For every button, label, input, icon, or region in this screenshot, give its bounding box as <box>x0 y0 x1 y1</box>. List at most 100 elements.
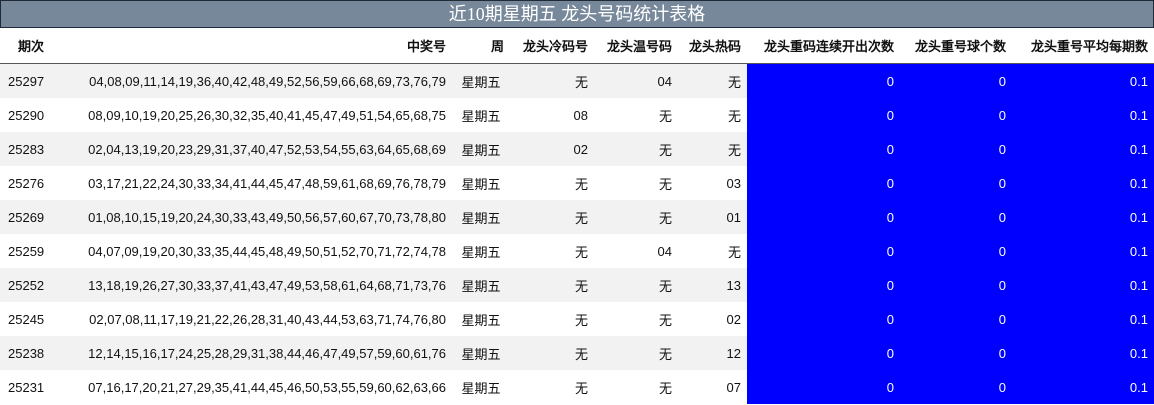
cell-period: 25238 <box>0 336 53 370</box>
cell-repeat-avg: 0.1 <box>1012 234 1154 268</box>
cell-hot: 无 <box>678 234 747 268</box>
cell-repeat-balls: 0 <box>900 166 1012 200</box>
cell-period: 25297 <box>0 63 53 98</box>
cell-numbers: 07,16,17,20,21,27,29,35,41,44,45,46,50,5… <box>53 370 452 404</box>
header-hot: 龙头热码 <box>678 28 747 64</box>
cell-period: 25269 <box>0 200 53 234</box>
cell-warm: 无 <box>594 302 678 336</box>
table-container: 近10期星期五 龙头号码统计表格 期次 中奖号 周 龙头冷码号 龙头温号码 龙头… <box>0 0 1154 405</box>
table-row: 25283 02,04,13,19,20,23,29,31,37,40,47,52… <box>0 132 1154 166</box>
cell-week: 星期五 <box>452 336 510 370</box>
cell-numbers: 13,18,19,26,27,30,33,37,41,43,47,49,53,5… <box>53 268 452 302</box>
cell-repeat-avg: 0.1 <box>1012 132 1154 166</box>
header-week: 周 <box>452 28 510 64</box>
cell-numbers: 02,04,13,19,20,23,29,31,37,40,47,52,53,5… <box>53 132 452 166</box>
cell-repeat-avg: 0.1 <box>1012 336 1154 370</box>
cell-hot: 13 <box>678 268 747 302</box>
cell-hot: 12 <box>678 336 747 370</box>
cell-cold: 无 <box>510 336 594 370</box>
cell-week: 星期五 <box>452 132 510 166</box>
cell-week: 星期五 <box>452 200 510 234</box>
cell-period: 25283 <box>0 132 53 166</box>
stats-table: 期次 中奖号 周 龙头冷码号 龙头温号码 龙头热码 龙头重码连续开出次数 龙头重… <box>0 28 1154 404</box>
header-repeat-balls: 龙头重号球个数 <box>900 28 1012 64</box>
cell-repeat-count: 0 <box>747 302 900 336</box>
cell-repeat-count: 0 <box>747 200 900 234</box>
header-numbers: 中奖号 <box>53 28 452 64</box>
cell-repeat-count: 0 <box>747 98 900 132</box>
cell-repeat-balls: 0 <box>900 98 1012 132</box>
cell-hot: 03 <box>678 166 747 200</box>
cell-period: 25276 <box>0 166 53 200</box>
cell-repeat-avg: 0.1 <box>1012 268 1154 302</box>
cell-week: 星期五 <box>452 166 510 200</box>
cell-repeat-avg: 0.1 <box>1012 63 1154 98</box>
cell-repeat-balls: 0 <box>900 63 1012 98</box>
header-repeat-count: 龙头重码连续开出次数 <box>747 28 900 64</box>
cell-repeat-count: 0 <box>747 63 900 98</box>
cell-week: 星期五 <box>452 234 510 268</box>
cell-cold: 无 <box>510 200 594 234</box>
cell-numbers: 04,07,09,19,20,30,33,35,44,45,48,49,50,5… <box>53 234 452 268</box>
table-row: 25259 04,07,09,19,20,30,33,35,44,45,48,49… <box>0 234 1154 268</box>
cell-cold: 无 <box>510 63 594 98</box>
cell-period: 25231 <box>0 370 53 404</box>
cell-warm: 无 <box>594 336 678 370</box>
cell-repeat-count: 0 <box>747 166 900 200</box>
cell-repeat-avg: 0.1 <box>1012 98 1154 132</box>
header-row: 期次 中奖号 周 龙头冷码号 龙头温号码 龙头热码 龙头重码连续开出次数 龙头重… <box>0 28 1154 64</box>
cell-hot: 01 <box>678 200 747 234</box>
cell-cold: 无 <box>510 302 594 336</box>
cell-week: 星期五 <box>452 370 510 404</box>
header-cold: 龙头冷码号 <box>510 28 594 64</box>
cell-cold: 无 <box>510 166 594 200</box>
cell-numbers: 08,09,10,19,20,25,26,30,32,35,40,41,45,4… <box>53 98 452 132</box>
cell-repeat-avg: 0.1 <box>1012 200 1154 234</box>
cell-repeat-count: 0 <box>747 370 900 404</box>
cell-week: 星期五 <box>452 268 510 302</box>
cell-repeat-avg: 0.1 <box>1012 302 1154 336</box>
table-row: 25297 04,08,09,11,14,19,36,40,42,48,49,52… <box>0 63 1154 98</box>
cell-hot: 无 <box>678 63 747 98</box>
cell-numbers: 12,14,15,16,17,24,25,28,29,31,38,44,46,4… <box>53 336 452 370</box>
cell-repeat-balls: 0 <box>900 302 1012 336</box>
cell-period: 25290 <box>0 98 53 132</box>
cell-period: 25259 <box>0 234 53 268</box>
cell-warm: 04 <box>594 63 678 98</box>
header-warm: 龙头温号码 <box>594 28 678 64</box>
cell-repeat-count: 0 <box>747 234 900 268</box>
table-row: 25276 03,17,21,22,24,30,33,34,41,44,45,47… <box>0 166 1154 200</box>
cell-week: 星期五 <box>452 98 510 132</box>
cell-period: 25245 <box>0 302 53 336</box>
cell-repeat-avg: 0.1 <box>1012 166 1154 200</box>
cell-repeat-balls: 0 <box>900 200 1012 234</box>
cell-week: 星期五 <box>452 302 510 336</box>
cell-repeat-balls: 0 <box>900 370 1012 404</box>
cell-repeat-count: 0 <box>747 268 900 302</box>
cell-hot: 无 <box>678 132 747 166</box>
cell-numbers: 03,17,21,22,24,30,33,34,41,44,45,47,48,5… <box>53 166 452 200</box>
cell-repeat-balls: 0 <box>900 234 1012 268</box>
header-period: 期次 <box>0 28 53 64</box>
cell-warm: 无 <box>594 200 678 234</box>
cell-hot: 02 <box>678 302 747 336</box>
cell-warm: 04 <box>594 234 678 268</box>
table-row: 25269 01,08,10,15,19,20,24,30,33,43,49,50… <box>0 200 1154 234</box>
cell-repeat-count: 0 <box>747 132 900 166</box>
cell-cold: 02 <box>510 132 594 166</box>
table-row: 25252 13,18,19,26,27,30,33,37,41,43,47,49… <box>0 268 1154 302</box>
cell-week: 星期五 <box>452 63 510 98</box>
cell-repeat-avg: 0.1 <box>1012 370 1154 404</box>
cell-warm: 无 <box>594 132 678 166</box>
cell-warm: 无 <box>594 166 678 200</box>
cell-warm: 无 <box>594 98 678 132</box>
cell-warm: 无 <box>594 370 678 404</box>
cell-hot: 07 <box>678 370 747 404</box>
cell-cold: 08 <box>510 98 594 132</box>
cell-repeat-balls: 0 <box>900 132 1012 166</box>
cell-period: 25252 <box>0 268 53 302</box>
cell-cold: 无 <box>510 370 594 404</box>
cell-cold: 无 <box>510 268 594 302</box>
table-row: 25245 02,07,08,11,17,19,21,22,26,28,31,40… <box>0 302 1154 336</box>
cell-numbers: 02,07,08,11,17,19,21,22,26,28,31,40,43,4… <box>53 302 452 336</box>
